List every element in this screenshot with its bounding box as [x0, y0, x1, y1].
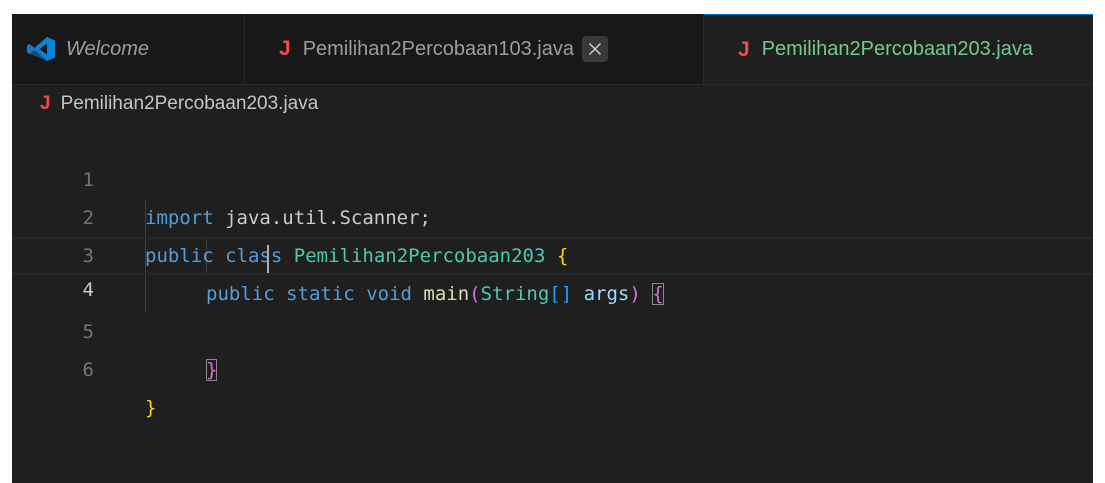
code-line-current[interactable]: 4	[12, 237, 1093, 301]
tab-label: Pemilihan2Percobaan103.java	[302, 37, 574, 60]
line-number: 6	[82, 359, 94, 381]
java-icon: J	[738, 37, 750, 61]
breadcrumb[interactable]: J Pemilihan2Percobaan203.java	[12, 85, 1093, 123]
code-line[interactable]: 2 public class Pemilihan2Percobaan203 {	[12, 161, 1093, 267]
tab-label: Welcome	[66, 37, 149, 60]
line-content: }	[145, 389, 156, 427]
editor-group: Welcome J Pemilihan2Percobaan103.java J …	[12, 14, 1093, 483]
tab-pemilihan2percobaan203[interactable]: J Pemilihan2Percobaan203.java	[704, 14, 1093, 84]
code-line[interactable]: 5 }	[12, 275, 1093, 381]
code-line[interactable]: 6 }	[12, 313, 1093, 419]
vscode-window: Welcome J Pemilihan2Percobaan103.java J …	[0, 0, 1105, 483]
tab-bar: Welcome J Pemilihan2Percobaan103.java J …	[12, 14, 1093, 85]
close-tab-button[interactable]	[582, 36, 608, 62]
java-icon: J	[279, 37, 291, 60]
breadcrumb-file[interactable]: Pemilihan2Percobaan203.java	[61, 93, 319, 115]
tab-label: Pemilihan2Percobaan203.java	[761, 38, 1033, 60]
code-line[interactable]: 3 public static void main(String[] args)…	[12, 199, 1093, 305]
vscode-icon	[26, 36, 56, 62]
code-line[interactable]: 1 import java.util.Scanner;	[12, 123, 1093, 229]
text-cursor	[267, 245, 269, 273]
line-content: }	[206, 351, 218, 389]
java-icon: J	[40, 93, 51, 114]
code-editor[interactable]: 1 import java.util.Scanner; 2 public cla…	[12, 123, 1093, 483]
tab-pemilihan2percobaan103[interactable]: J Pemilihan2Percobaan103.java	[245, 14, 704, 84]
close-icon	[588, 42, 602, 56]
bracket: }	[145, 397, 157, 419]
matched-bracket: }	[206, 359, 218, 381]
tab-welcome[interactable]: Welcome	[12, 14, 245, 84]
